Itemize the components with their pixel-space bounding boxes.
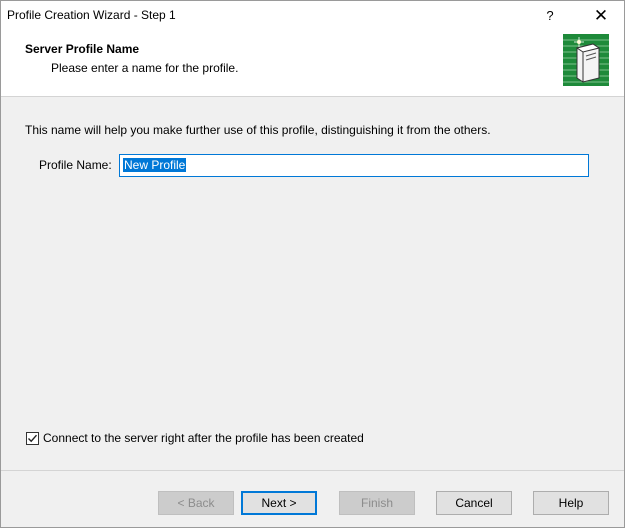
finish-button[interactable]: Finish xyxy=(339,491,415,515)
profile-name-value: New Profile xyxy=(123,158,187,172)
header-title: Server Profile Name xyxy=(25,42,140,56)
window-title: Profile Creation Wizard - Step 1 xyxy=(7,8,176,22)
profile-name-input[interactable]: New Profile xyxy=(119,154,589,177)
cancel-button[interactable]: Cancel xyxy=(436,491,512,515)
connect-option[interactable]: Connect to the server right after the pr… xyxy=(26,430,364,446)
title-bar: Profile Creation Wizard - Step 1 ? ✕ xyxy=(1,1,624,31)
help-button[interactable]: Help xyxy=(533,491,609,515)
checkmark-icon xyxy=(28,434,38,442)
description-text: This name will help you make further use… xyxy=(25,123,491,137)
wizard-header: Server Profile Name Please enter a name … xyxy=(1,31,624,97)
connect-checkbox-label: Connect to the server right after the pr… xyxy=(43,431,364,445)
back-button[interactable]: < Back xyxy=(158,491,234,515)
server-wizard-icon xyxy=(563,34,609,86)
profile-name-label: Profile Name: xyxy=(39,158,112,172)
help-title-button[interactable]: ? xyxy=(527,1,573,31)
footer-divider xyxy=(1,470,624,471)
next-button[interactable]: Next > xyxy=(241,491,317,515)
wizard-window: Profile Creation Wizard - Step 1 ? ✕ Ser… xyxy=(0,0,625,528)
close-button[interactable]: ✕ xyxy=(578,1,624,31)
header-subtitle: Please enter a name for the profile. xyxy=(51,61,239,75)
connect-checkbox[interactable] xyxy=(26,431,39,445)
